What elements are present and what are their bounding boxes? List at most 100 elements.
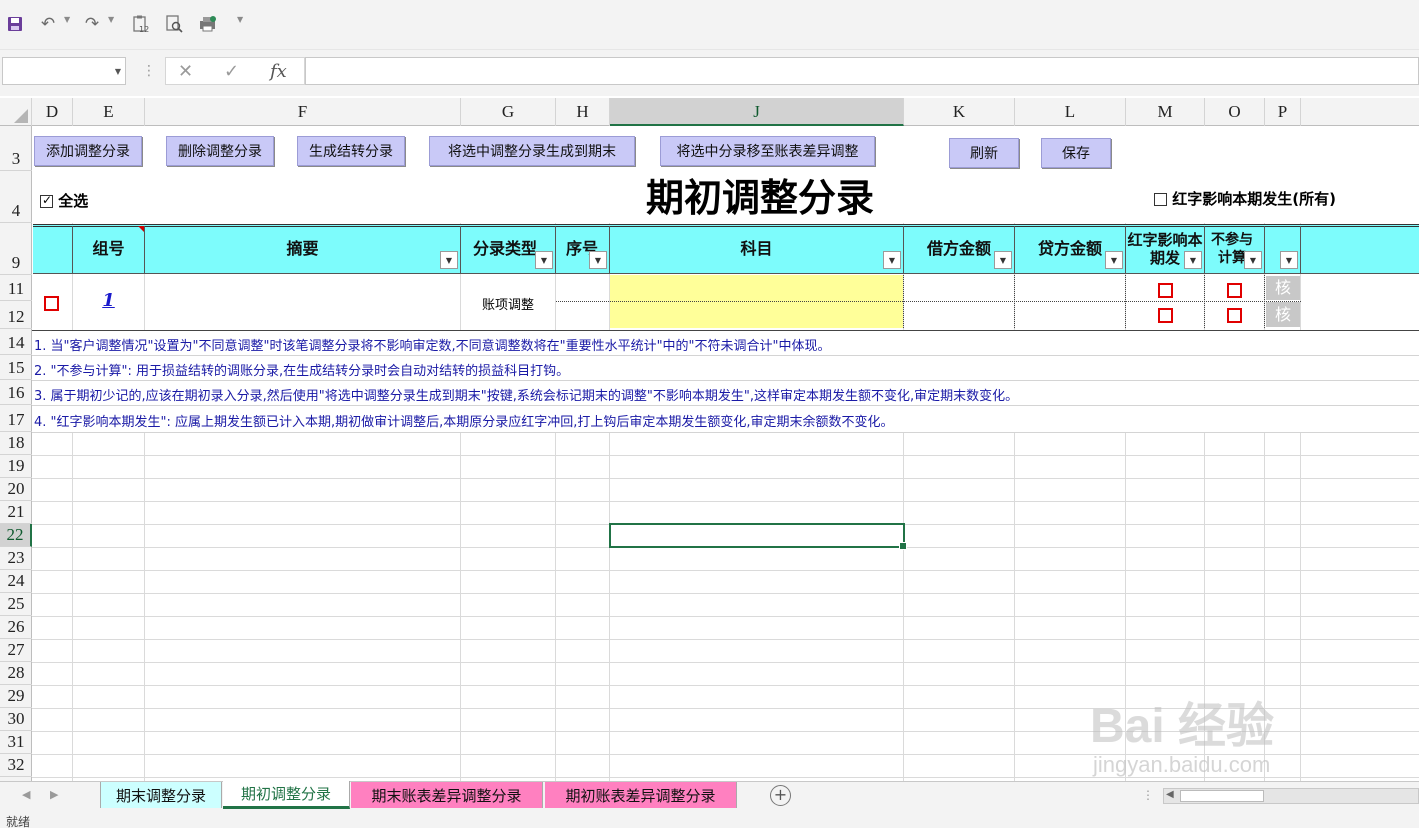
filter-dropdown-icon[interactable]: ▼ [1105, 251, 1123, 269]
filter-dropdown-icon[interactable]: ▼ [535, 251, 553, 269]
undo-dropdown-icon[interactable]: ▼ [64, 15, 70, 24]
column-header-l[interactable]: L [1015, 98, 1126, 126]
save-icon[interactable] [3, 12, 27, 36]
column-header-e[interactable]: E [73, 98, 145, 126]
move-to-diff-adjustment-button[interactable]: 将选中分录移至账表差异调整 [660, 136, 875, 166]
row-header[interactable]: 24 [0, 570, 32, 593]
row-header[interactable]: 4 [0, 171, 32, 223]
row-header[interactable]: 12 [0, 301, 32, 329]
row-header[interactable]: 22 [0, 524, 32, 547]
not-in-calc-checkbox[interactable] [1227, 308, 1242, 323]
clipboard-badge: 12 [139, 25, 150, 34]
clipboard-icon[interactable]: 12 [128, 12, 152, 36]
select-all-check-icon[interactable] [40, 193, 53, 208]
tab-period-end-adjustment[interactable]: 期末调整分录 [100, 782, 222, 808]
row-header[interactable]: 32 [0, 754, 32, 777]
row-header[interactable]: 18 [0, 432, 32, 455]
filter-dropdown-icon[interactable]: ▼ [1280, 251, 1298, 269]
not-in-calc-checkbox[interactable] [1227, 283, 1242, 298]
row-header[interactable]: 21 [0, 501, 32, 524]
filter-dropdown-icon[interactable]: ▼ [1184, 251, 1202, 269]
filter-dropdown-icon[interactable]: ▼ [1244, 251, 1262, 269]
split-handle-icon[interactable]: ⋮ [1142, 788, 1154, 802]
generate-carryover-button[interactable]: 生成结转分录 [297, 136, 405, 166]
verify-button[interactable]: 核 [1266, 302, 1300, 327]
row-header[interactable]: 3 [0, 126, 32, 171]
column-header-d[interactable]: D [32, 98, 73, 126]
select-all-checkbox[interactable]: 全选 [40, 190, 88, 211]
select-all-corner[interactable] [0, 98, 32, 126]
scroll-left-icon[interactable]: ◀ [1166, 789, 1174, 800]
entry-type-cell[interactable]: 账项调整 [461, 294, 555, 313]
spreadsheet-grid[interactable]: D E F G H J K L M O P 3 4 9 11 12 14 15 … [0, 98, 1419, 781]
customize-toolbar-icon[interactable]: ▼ [237, 15, 243, 24]
formula-actions: ✕ ✓ fx [165, 57, 305, 85]
column-header-o[interactable]: O [1205, 98, 1265, 126]
row-header[interactable]: 23 [0, 547, 32, 570]
active-cell[interactable] [609, 523, 907, 550]
filter-dropdown-icon[interactable]: ▼ [883, 251, 901, 269]
tab-period-start-diff-adjustment[interactable]: 期初账表差异调整分录 [545, 782, 737, 808]
add-adjustment-button[interactable]: 添加调整分录 [34, 136, 142, 166]
tab-period-start-adjustment[interactable]: 期初调整分录 [223, 781, 350, 809]
scrollbar-thumb[interactable] [1180, 790, 1264, 802]
verify-button[interactable]: 核 [1266, 276, 1300, 300]
row-header[interactable]: 31 [0, 731, 32, 754]
row-header[interactable]: 19 [0, 455, 32, 478]
column-header-p[interactable]: P [1265, 98, 1301, 126]
print-icon[interactable] [196, 12, 220, 36]
row-header[interactable]: 30 [0, 708, 32, 731]
column-header-j[interactable]: J [610, 98, 904, 126]
tab-scroll-left-icon[interactable]: ◀ [22, 788, 30, 801]
print-preview-icon[interactable] [162, 12, 186, 36]
insert-function-icon[interactable]: fx [270, 61, 287, 82]
generate-to-period-end-button[interactable]: 将选中调整分录生成到期末 [429, 136, 635, 166]
row-header[interactable]: 25 [0, 593, 32, 616]
tab-period-end-diff-adjustment[interactable]: 期末账表差异调整分录 [351, 782, 543, 808]
refresh-button[interactable]: 刷新 [949, 138, 1019, 168]
undo-icon[interactable]: ↶ [36, 12, 60, 36]
row-header[interactable]: 14 [0, 329, 32, 355]
row-header[interactable]: 9 [0, 223, 32, 275]
filter-dropdown-icon[interactable]: ▼ [994, 251, 1012, 269]
column-header-h[interactable]: H [556, 98, 610, 126]
status-bar: 就绪 [0, 810, 1419, 829]
row-header[interactable]: 28 [0, 662, 32, 685]
save-button[interactable]: 保存 [1041, 138, 1111, 168]
formula-bar: ▼ ⋮ ✕ ✓ fx [0, 50, 1419, 96]
horizontal-scrollbar[interactable]: ◀ [1163, 788, 1419, 804]
row-header[interactable]: 11 [0, 275, 32, 301]
filter-dropdown-icon[interactable]: ▼ [440, 251, 458, 269]
red-affect-checkbox[interactable] [1158, 283, 1173, 298]
row-header[interactable]: 27 [0, 639, 32, 662]
group-number-link[interactable]: 1 [73, 290, 144, 311]
row-select-checkbox[interactable] [44, 296, 59, 311]
row-header[interactable]: 20 [0, 478, 32, 501]
formula-input[interactable] [305, 57, 1419, 85]
row-header[interactable]: 16 [0, 380, 32, 405]
redo-dropdown-icon[interactable]: ▼ [108, 15, 114, 24]
comment-indicator[interactable] [138, 226, 144, 232]
header-group: 组号 [92, 239, 125, 258]
column-header-m[interactable]: M [1126, 98, 1205, 126]
row-header[interactable]: 29 [0, 685, 32, 708]
enter-icon[interactable]: ✓ [224, 61, 239, 82]
column-header-f[interactable]: F [145, 98, 461, 126]
drag-handle-icon[interactable]: ⋮ [142, 63, 156, 79]
redo-icon[interactable]: ↷ [80, 12, 104, 36]
cancel-icon[interactable]: ✕ [178, 61, 193, 82]
name-box-dropdown-icon[interactable]: ▼ [115, 67, 121, 76]
delete-adjustment-button[interactable]: 删除调整分录 [166, 136, 274, 166]
red-affect-all-checkbox[interactable]: 红字影响本期发生(所有) [1154, 188, 1336, 209]
row-header[interactable]: 17 [0, 405, 32, 432]
row-header[interactable]: 15 [0, 355, 32, 380]
row-header[interactable]: 26 [0, 616, 32, 639]
red-affect-checkbox[interactable] [1158, 308, 1173, 323]
name-box[interactable]: ▼ [2, 57, 126, 85]
red-affect-all-check-icon[interactable] [1154, 193, 1167, 206]
tab-scroll-right-icon[interactable]: ▶ [50, 788, 58, 801]
column-header-k[interactable]: K [904, 98, 1015, 126]
column-header-g[interactable]: G [461, 98, 556, 126]
add-sheet-icon[interactable]: + [770, 785, 791, 806]
filter-dropdown-icon[interactable]: ▼ [589, 251, 607, 269]
